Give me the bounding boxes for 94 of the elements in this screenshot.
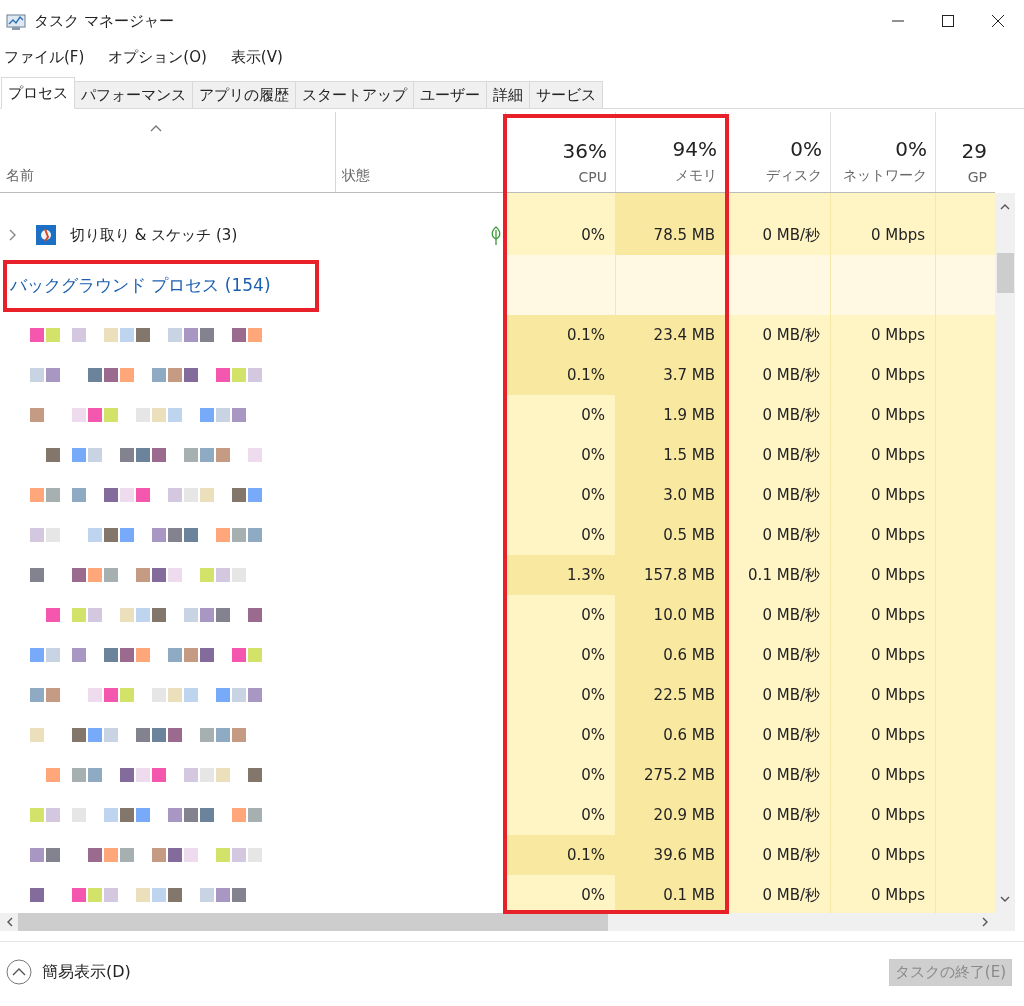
table-cell: 0%	[505, 475, 615, 515]
table-cell: 0 Mbps	[830, 635, 935, 675]
scrollbar-thumb[interactable]	[18, 913, 608, 931]
table-cell: 0.1%	[505, 355, 615, 395]
table-cell: 0 Mbps	[830, 715, 935, 755]
column-header[interactable]: GP	[967, 169, 987, 185]
scroll-down-icon[interactable]	[1000, 895, 1010, 903]
table-cell	[935, 875, 995, 913]
table-cell: 20.9 MB	[615, 795, 725, 835]
app-icon	[36, 225, 56, 245]
table-cell: 3.7 MB	[615, 355, 725, 395]
table-cell: 0 Mbps	[830, 215, 935, 255]
table-cell: 0.1%	[505, 835, 615, 875]
usage-percent: 0%	[790, 137, 822, 161]
tab[interactable]: スタートアップ	[295, 81, 414, 108]
column-header[interactable]: 状態	[342, 167, 370, 185]
column-header[interactable]: メモリ	[675, 167, 717, 185]
table-cell: 0.6 MB	[615, 715, 725, 755]
table-cell: 0%	[505, 395, 615, 435]
table-cell: 0.5 MB	[615, 515, 725, 555]
horizontal-scrollbar[interactable]	[0, 913, 1015, 931]
table-cell: 0%	[505, 635, 615, 675]
table-cell: 0%	[505, 435, 615, 475]
table-cell	[935, 193, 995, 215]
table-cell: 0 Mbps	[830, 355, 935, 395]
expand-chevron-icon[interactable]	[8, 229, 18, 241]
table-cell: 0%	[505, 675, 615, 715]
table-cell: 0%	[505, 215, 615, 255]
process-name: 切り取り & スケッチ (3)	[70, 225, 238, 245]
usage-percent: 29	[961, 139, 987, 163]
column-header[interactable]: ネットワーク	[843, 167, 927, 185]
table-cell: 23.4 MB	[615, 315, 725, 355]
table-cell: 0.1 MB	[615, 875, 725, 913]
column-header[interactable]: ディスク	[766, 167, 822, 185]
scrollbar-thumb[interactable]	[996, 253, 1014, 293]
table-cell: 0 Mbps	[830, 835, 935, 875]
table-cell: 0%	[505, 795, 615, 835]
fewer-details-button[interactable]: 簡易表示(D)	[6, 959, 131, 985]
table-cell: 3.0 MB	[615, 475, 725, 515]
usage-percent: 36%	[562, 139, 607, 163]
table-cell: 0.1%	[505, 315, 615, 355]
table-cell: 0%	[505, 875, 615, 913]
table-cell: 0 Mbps	[830, 475, 935, 515]
chevron-up-circle-icon	[6, 959, 32, 985]
tab[interactable]: プロセス	[1, 77, 75, 109]
table-cell: 39.6 MB	[615, 835, 725, 875]
scroll-right-icon[interactable]	[981, 917, 989, 927]
group-title: バックグラウンド プロセス (154)	[9, 273, 271, 297]
maximize-icon	[941, 14, 955, 28]
scroll-up-icon[interactable]	[1000, 203, 1010, 211]
table-cell	[935, 215, 995, 255]
table-cell: 0 Mbps	[830, 515, 935, 555]
table-cell: 0 Mbps	[830, 795, 935, 835]
tab[interactable]: アプリの履歴	[192, 81, 296, 108]
table-cell: 0 Mbps	[830, 675, 935, 715]
tab[interactable]: ユーザー	[413, 81, 487, 108]
tab[interactable]: パフォーマンス	[74, 81, 193, 108]
table-cell: 1.9 MB	[615, 395, 725, 435]
table-cell: 0 Mbps	[830, 595, 935, 635]
table-cell: 0%	[505, 595, 615, 635]
table-cell: 0.6 MB	[615, 635, 725, 675]
table-cell: 1.5 MB	[615, 435, 725, 475]
tab[interactable]: 詳細	[486, 81, 530, 108]
menu-item[interactable]: ファイル(F)	[4, 47, 85, 67]
menu-item[interactable]: 表示(V)	[230, 47, 283, 67]
table-cell: 0 Mbps	[830, 755, 935, 795]
table-cell	[935, 255, 995, 315]
table-cell: 0%	[505, 715, 615, 755]
usage-percent: 0%	[895, 137, 927, 161]
column-header[interactable]: 名前	[6, 167, 34, 185]
column-header[interactable]: CPU	[578, 169, 607, 185]
task-manager-icon	[6, 11, 26, 31]
table-cell: 0 Mbps	[830, 315, 935, 355]
table-cell: 0 Mbps	[830, 435, 935, 475]
table-cell	[935, 315, 995, 355]
table-cell: 0 Mbps	[830, 555, 935, 595]
table-cell: 157.8 MB	[615, 555, 725, 595]
table-cell: 0 Mbps	[830, 395, 935, 435]
sort-caret-icon	[150, 124, 162, 133]
table-cell: 1.3%	[505, 555, 615, 595]
table-cell: 0%	[505, 755, 615, 795]
close-icon	[991, 14, 1005, 28]
menu-item[interactable]: オプション(O)	[108, 47, 207, 67]
usage-percent: 94%	[672, 137, 717, 161]
scroll-left-icon[interactable]	[6, 917, 14, 927]
table-cell: 78.5 MB	[615, 215, 725, 255]
window-title: タスク マネージャー	[34, 11, 175, 31]
tab[interactable]: サービス	[529, 81, 603, 108]
table-cell: 275.2 MB	[615, 755, 725, 795]
table-cell: 22.5 MB	[615, 675, 725, 715]
table-cell: 10.0 MB	[615, 595, 725, 635]
vertical-scrollbar[interactable]	[995, 193, 1015, 913]
table-cell: 0 Mbps	[830, 875, 935, 913]
table-cell: 0%	[505, 515, 615, 555]
